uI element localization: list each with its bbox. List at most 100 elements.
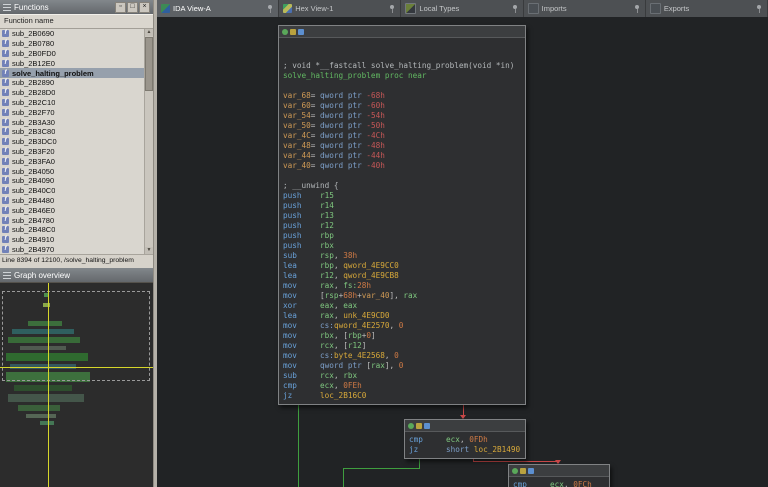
scroll-up-icon[interactable]: ▲: [145, 29, 153, 36]
graph-overview-titlebar[interactable]: Graph overview: [0, 268, 153, 282]
function-item-sub-2b2c10[interactable]: fsub_2B2C10: [0, 98, 144, 108]
node-body[interactable]: cmp ecx, 0FDhjz short loc_2B1490: [405, 432, 525, 458]
function-item-sub-2b3a30[interactable]: fsub_2B3A30: [0, 117, 144, 127]
node-edit-icon: [416, 423, 422, 429]
graph-node-cmp-0fch[interactable]: cmp ecx, 0FCh: [508, 464, 610, 487]
asm-line[interactable]: sub rcx, rbx: [283, 371, 521, 381]
tab-local-types[interactable]: Local Types: [401, 0, 523, 17]
asm-line[interactable]: var_40= qword ptr -40h: [283, 161, 521, 171]
function-item-sub-2b4910[interactable]: fsub_2B4910: [0, 235, 144, 245]
function-list-scrollbar[interactable]: ▲ ▼: [144, 29, 153, 254]
function-item-sub-2b3c80[interactable]: fsub_2B3C80: [0, 127, 144, 137]
function-item-sub-2b0fd0[interactable]: fsub_2B0FD0: [0, 49, 144, 59]
function-name-column-header[interactable]: Function name: [0, 14, 153, 29]
node-body[interactable]: cmp ecx, 0FCh: [509, 477, 609, 487]
asm-line[interactable]: var_44= dword ptr -44h: [283, 151, 521, 161]
function-item-sub-2b0690[interactable]: fsub_2B0690: [0, 29, 144, 39]
asm-token: [297, 311, 320, 320]
pin-icon[interactable]: [389, 5, 396, 13]
asm-line[interactable]: [283, 41, 521, 51]
tab-ida-view-a[interactable]: IDA View-A: [157, 0, 279, 17]
asm-line[interactable]: [283, 51, 521, 61]
function-item-sub-2b0780[interactable]: fsub_2B0780: [0, 39, 144, 49]
function-item-sub-2b3dc0[interactable]: fsub_2B3DC0: [0, 137, 144, 147]
asm-token: push: [283, 221, 302, 230]
asm-line[interactable]: push r13: [283, 211, 521, 221]
asm-line[interactable]: push rbx: [283, 241, 521, 251]
asm-line[interactable]: push r12: [283, 221, 521, 231]
functions-panel-titlebar[interactable]: Functions ▫□×: [0, 0, 153, 14]
pin-icon[interactable]: [756, 5, 763, 13]
asm-line[interactable]: solve_halting_problem proc near: [283, 71, 521, 81]
asm-line[interactable]: push r15: [283, 191, 521, 201]
undock-button[interactable]: ▫: [115, 2, 126, 13]
asm-line[interactable]: mov qword ptr [rax], 0: [283, 361, 521, 371]
asm-line[interactable]: var_48= qword ptr -48h: [283, 141, 521, 151]
scrollbar-thumb[interactable]: [145, 37, 153, 91]
node-titlebar[interactable]: [279, 26, 525, 38]
asm-line[interactable]: cmp ecx, 0FEh: [283, 381, 521, 391]
function-item-sub-2b48c0[interactable]: fsub_2B48C0: [0, 225, 144, 235]
asm-line[interactable]: var_54= dword ptr -54h: [283, 111, 521, 121]
asm-line[interactable]: push r14: [283, 201, 521, 211]
asm-line[interactable]: var_60= qword ptr -60h: [283, 101, 521, 111]
function-item-sub-2b46e0[interactable]: fsub_2B46E0: [0, 205, 144, 215]
pin-icon[interactable]: [267, 5, 274, 13]
asm-line[interactable]: ; void *__fastcall solve_halting_problem…: [283, 61, 521, 71]
asm-line[interactable]: cmp ecx, 0FDh: [409, 435, 521, 445]
function-item-sub-2b4970[interactable]: fsub_2B4970: [0, 245, 144, 254]
function-item-sub-2b28d0[interactable]: fsub_2B28D0: [0, 88, 144, 98]
node-titlebar[interactable]: [509, 465, 609, 477]
asm-line[interactable]: [283, 171, 521, 181]
asm-line[interactable]: var_68= qword ptr -68h: [283, 91, 521, 101]
graph-node-entry[interactable]: ; void *__fastcall solve_halting_problem…: [278, 25, 526, 405]
function-icon: f: [2, 99, 9, 106]
function-item-sub-2b12e0[interactable]: fsub_2B12E0: [0, 58, 144, 68]
function-item-sub-2b4780[interactable]: fsub_2B4780: [0, 215, 144, 225]
asm-line[interactable]: lea rbp, qword_4E9CC0: [283, 261, 521, 271]
asm-line[interactable]: cmp ecx, 0FCh: [513, 480, 605, 487]
asm-line[interactable]: lea r12, qword_4E9CB8: [283, 271, 521, 281]
asm-token: qword ptr: [320, 361, 366, 370]
pin-icon[interactable]: [512, 5, 519, 13]
asm-line[interactable]: mov [rsp+68h+var_40], rax: [283, 291, 521, 301]
node-body[interactable]: ; void *__fastcall solve_halting_problem…: [279, 38, 525, 404]
pin-icon[interactable]: [634, 5, 641, 13]
function-item-sub-2b4480[interactable]: fsub_2B4480: [0, 196, 144, 206]
function-item-sub-2b3fa0[interactable]: fsub_2B3FA0: [0, 156, 144, 166]
maximize-button[interactable]: □: [127, 2, 138, 13]
function-item-sub-2b3f20[interactable]: fsub_2B3F20: [0, 147, 144, 157]
asm-line[interactable]: mov rax, fs:28h: [283, 281, 521, 291]
function-item-sub-2b2890[interactable]: fsub_2B2890: [0, 78, 144, 88]
asm-line[interactable]: sub rsp, 38h: [283, 251, 521, 261]
function-item-sub-2b40c0[interactable]: fsub_2B40C0: [0, 186, 144, 196]
node-titlebar[interactable]: [405, 420, 525, 432]
function-item-sub-2b2f70[interactable]: fsub_2B2F70: [0, 107, 144, 117]
asm-line[interactable]: [283, 81, 521, 91]
tab-imports[interactable]: Imports: [524, 0, 646, 17]
asm-line[interactable]: ; __unwind {: [283, 181, 521, 191]
scrollbar-track[interactable]: [145, 36, 153, 247]
asm-line[interactable]: mov cs:byte_4E2568, 0: [283, 351, 521, 361]
graph-view-canvas[interactable]: ; void *__fastcall solve_halting_problem…: [157, 17, 768, 487]
function-item-sub-2b4090[interactable]: fsub_2B4090: [0, 176, 144, 186]
function-item-solve-halting-problem[interactable]: fsolve_halting_problem: [0, 68, 144, 78]
asm-line[interactable]: mov rcx, [r12]: [283, 341, 521, 351]
asm-line[interactable]: var_4C= dword ptr -4Ch: [283, 131, 521, 141]
asm-line[interactable]: xor eax, eax: [283, 301, 521, 311]
function-list[interactable]: fsub_2B0690fsub_2B0780fsub_2B0FD0fsub_2B…: [0, 29, 144, 254]
asm-line[interactable]: mov rbx, [rbp+0]: [283, 331, 521, 341]
asm-line[interactable]: var_50= dword ptr -50h: [283, 121, 521, 131]
asm-line[interactable]: lea rax, unk_4E9CD0: [283, 311, 521, 321]
graph-node-cmp-0fdh[interactable]: cmp ecx, 0FDhjz short loc_2B1490: [404, 419, 526, 459]
asm-line[interactable]: jz short loc_2B1490: [409, 445, 521, 455]
asm-line[interactable]: mov cs:qword_4E2570, 0: [283, 321, 521, 331]
scroll-down-icon[interactable]: ▼: [145, 247, 153, 254]
function-item-sub-2b4050[interactable]: fsub_2B4050: [0, 166, 144, 176]
graph-overview-canvas[interactable]: [0, 282, 153, 487]
asm-line[interactable]: push rbp: [283, 231, 521, 241]
tab-hex-view-1[interactable]: Hex View-1: [279, 0, 401, 17]
close-button[interactable]: ×: [139, 2, 150, 13]
tab-exports[interactable]: Exports: [646, 0, 768, 17]
asm-line[interactable]: jz loc_2B16C0: [283, 391, 521, 401]
